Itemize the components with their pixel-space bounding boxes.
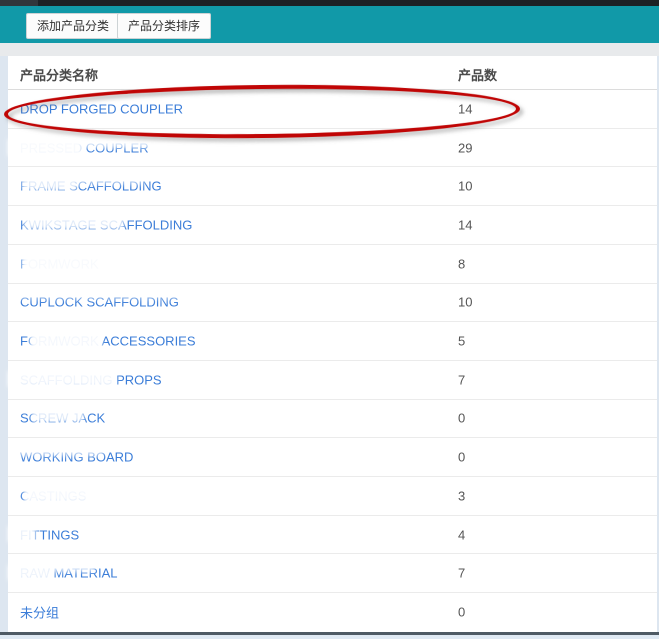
product-count-value: 29 bbox=[458, 140, 472, 155]
table-row: 未分组 0 bbox=[8, 593, 657, 632]
table-row: WORKING BOARD 0 bbox=[8, 438, 657, 477]
table-row: FITTINGS 4 bbox=[8, 516, 657, 555]
table-row: SCAFFOLDING PROPS 7 bbox=[8, 361, 657, 400]
product-count-value: 7 bbox=[458, 372, 465, 387]
product-count-value: 7 bbox=[458, 566, 465, 581]
table-body: DROP FORGED COUPLER 14 PRESSED COUPLER 2… bbox=[8, 90, 657, 632]
category-link[interactable]: RAW MATERIAL bbox=[20, 566, 118, 581]
sort-category-button[interactable]: 产品分类排序 bbox=[117, 13, 211, 39]
category-link[interactable]: FORMWORK bbox=[20, 256, 99, 271]
category-table: 产品分类名称 产品数 DROP FORGED COUPLER 14 PRESSE… bbox=[8, 56, 657, 632]
product-count-value: 0 bbox=[458, 605, 465, 620]
category-link[interactable]: FITTINGS bbox=[20, 527, 79, 542]
category-link[interactable]: 未分组 bbox=[20, 603, 59, 622]
table-row: FORMWORK 8 bbox=[8, 245, 657, 284]
product-count-value: 10 bbox=[458, 179, 472, 194]
category-link[interactable]: FRAME SCAFFOLDING bbox=[20, 179, 162, 194]
category-link[interactable]: FORMWORK ACCESSORIES bbox=[20, 334, 196, 349]
product-count-value: 5 bbox=[458, 334, 465, 349]
table-row: CUPLOCK SCAFFOLDING 10 bbox=[8, 284, 657, 323]
product-count-value: 0 bbox=[458, 411, 465, 426]
product-count-value: 10 bbox=[458, 295, 472, 310]
category-link[interactable]: WORKING BOARD bbox=[20, 450, 133, 465]
toolbar: 添加产品分类 产品分类排序 bbox=[0, 6, 659, 43]
product-count-value: 14 bbox=[458, 101, 472, 116]
product-count-value: 3 bbox=[458, 488, 465, 503]
category-link[interactable]: SCREW JACK bbox=[20, 411, 105, 426]
category-link[interactable]: CUPLOCK SCAFFOLDING bbox=[20, 295, 179, 310]
table-row: CASTINGS 3 bbox=[8, 477, 657, 516]
category-link[interactable]: SCAFFOLDING PROPS bbox=[20, 372, 162, 387]
table-row: PRESSED COUPLER 29 bbox=[8, 129, 657, 168]
toolbar-gap-band bbox=[0, 43, 659, 56]
table-row: DROP FORGED COUPLER 14 bbox=[8, 90, 657, 129]
product-count-value: 8 bbox=[458, 256, 465, 271]
product-count-value: 14 bbox=[458, 217, 472, 232]
table-row: FORMWORK ACCESSORIES 5 bbox=[8, 322, 657, 361]
column-header-product-count: 产品数 bbox=[458, 65, 497, 84]
category-link[interactable]: KWIKSTAGE SCAFFOLDING bbox=[20, 217, 192, 232]
table-row: RAW MATERIAL 7 bbox=[8, 554, 657, 593]
table-header-row: 产品分类名称 产品数 bbox=[8, 56, 657, 90]
category-link[interactable]: CASTINGS bbox=[20, 488, 86, 503]
bottom-band bbox=[0, 635, 659, 639]
table-row: KWIKSTAGE SCAFFOLDING 14 bbox=[8, 206, 657, 245]
product-count-value: 0 bbox=[458, 450, 465, 465]
column-header-category-name: 产品分类名称 bbox=[20, 65, 98, 84]
category-link[interactable]: PRESSED COUPLER bbox=[20, 140, 149, 155]
add-category-button[interactable]: 添加产品分类 bbox=[26, 13, 120, 39]
table-row: SCREW JACK 0 bbox=[8, 400, 657, 439]
table-row: FRAME SCAFFOLDING 10 bbox=[8, 167, 657, 206]
product-count-value: 4 bbox=[458, 527, 465, 542]
category-link[interactable]: DROP FORGED COUPLER bbox=[20, 101, 183, 116]
